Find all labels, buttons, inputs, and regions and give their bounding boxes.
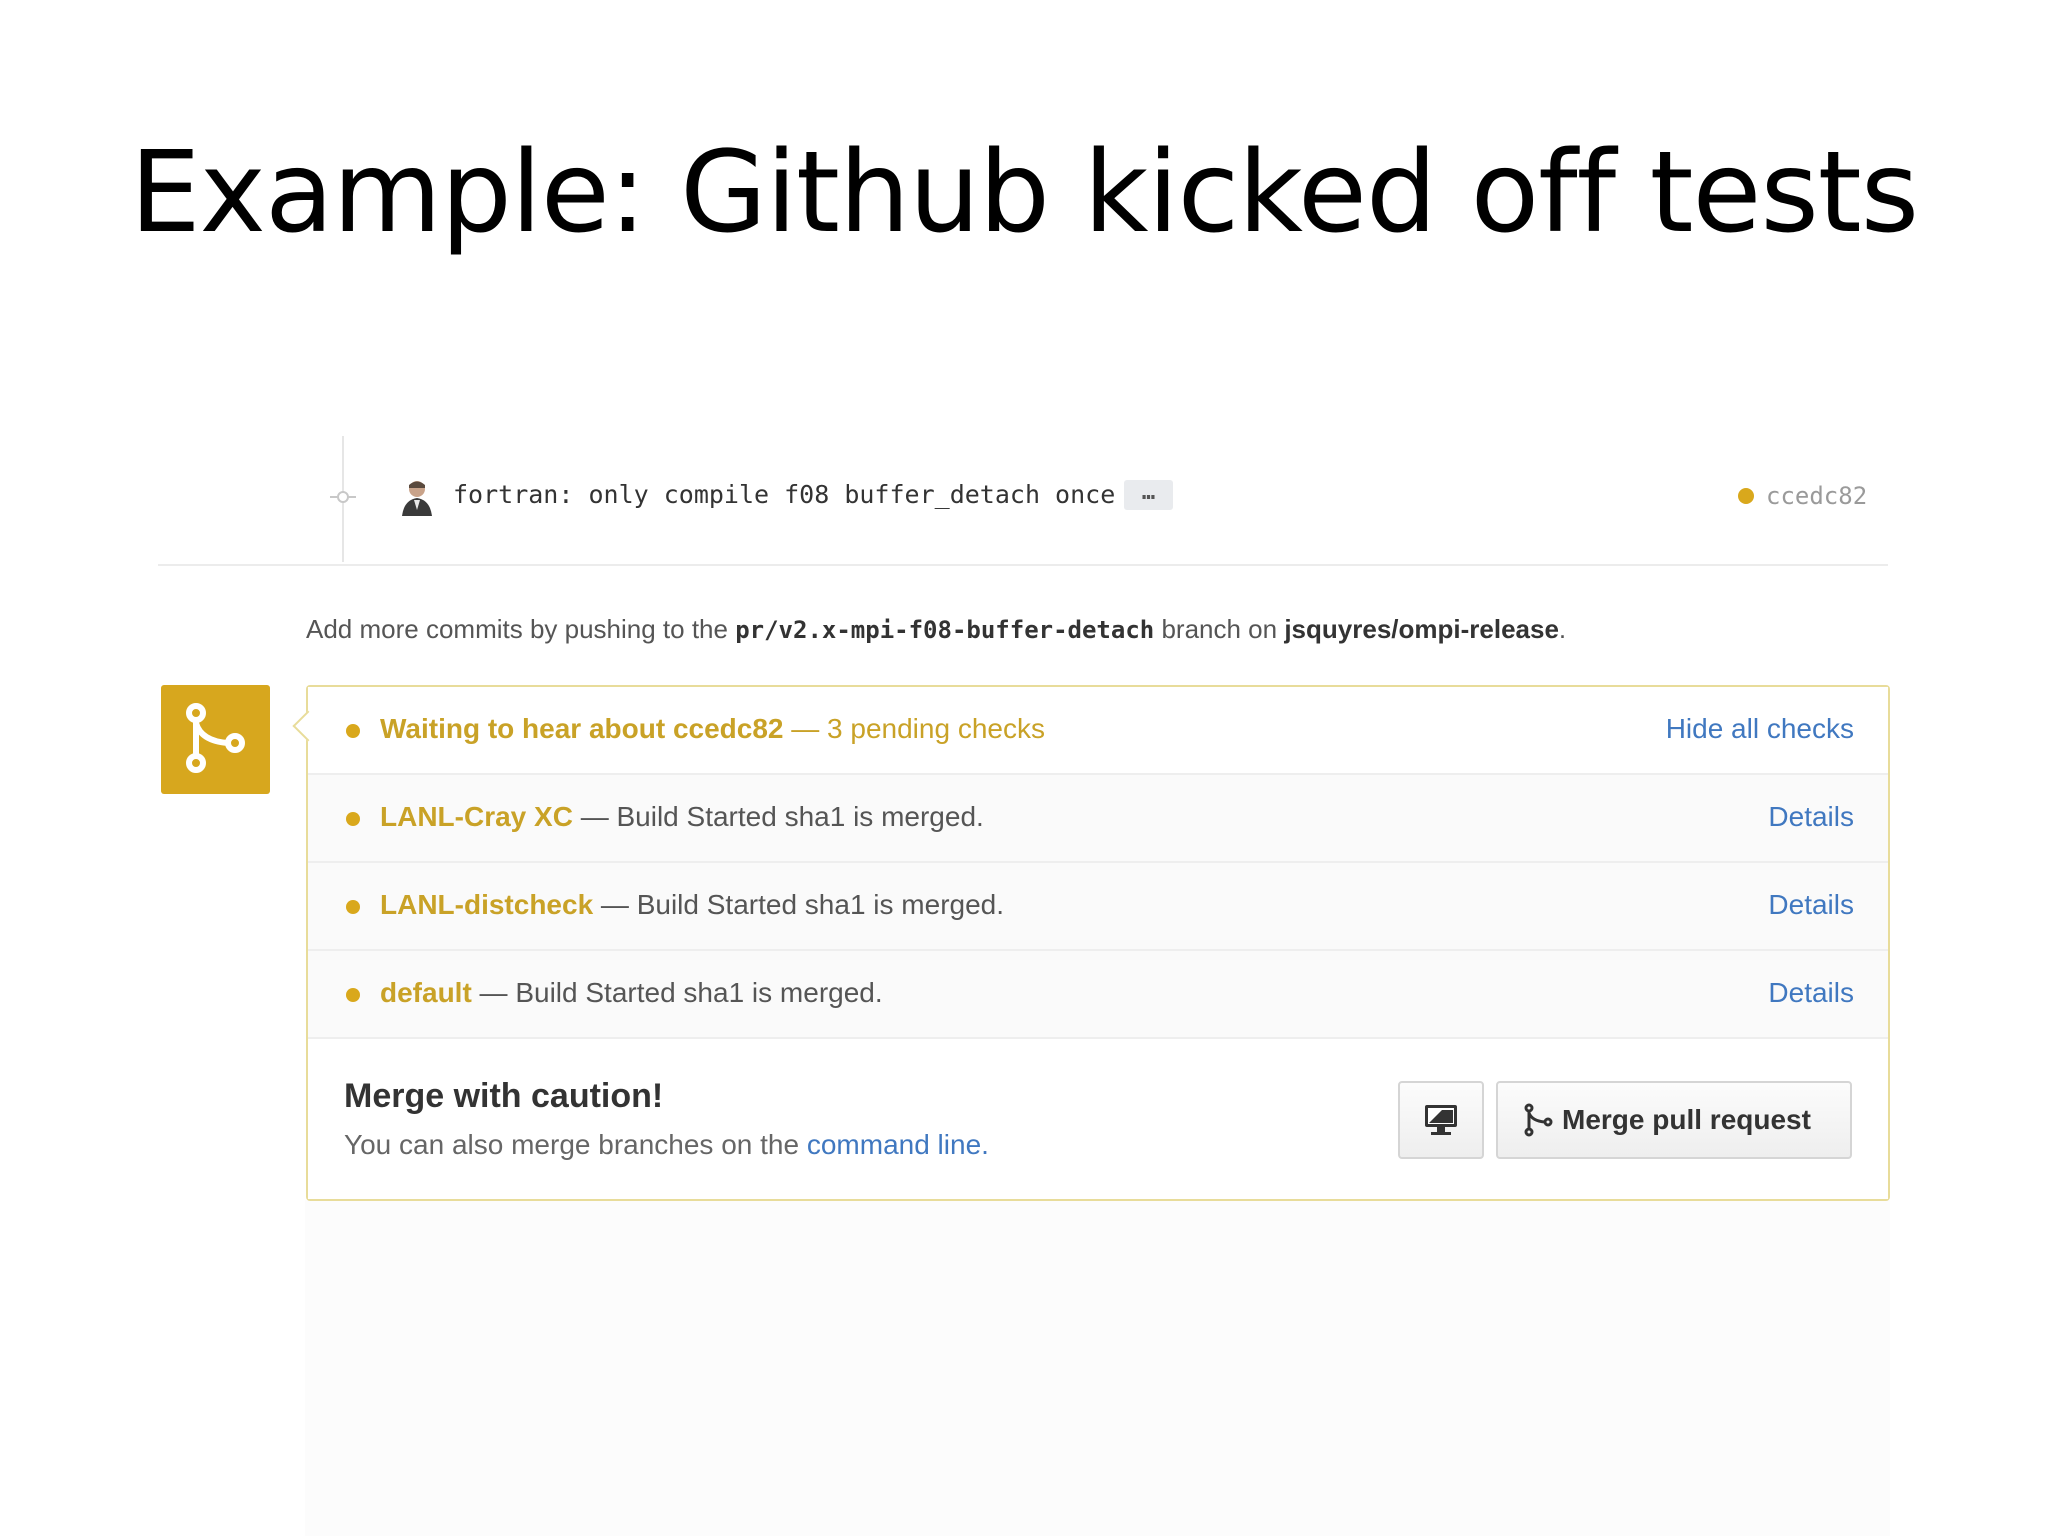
details-link[interactable]: Details (1768, 801, 1854, 833)
commit-sha-link[interactable]: ccedc82 (1766, 482, 1867, 510)
git-merge-icon (186, 703, 245, 773)
checks-summary-row: Waiting to hear about ccedc82 — 3 pendin… (308, 687, 1888, 775)
pending-status-dot (346, 812, 360, 826)
merge-pull-request-button[interactable]: Merge pull request (1496, 1081, 1852, 1159)
branch-name: pr/v2.x-mpi-f08-buffer-detach (735, 616, 1155, 644)
hide-all-checks-link[interactable]: Hide all checks (1666, 713, 1854, 745)
merge-area: Merge with caution! You can also merge b… (308, 1043, 1888, 1199)
command-line-link[interactable]: command line (807, 1129, 981, 1160)
slide-title: Example: Github kicked off tests (129, 128, 1919, 258)
commit-message[interactable]: fortran: only compile f08 buffer_detach … (453, 480, 1115, 509)
merge-button-label: Merge pull request (1562, 1104, 1811, 1135)
merge-sub-suffix: . (981, 1129, 989, 1160)
divider (158, 564, 1888, 566)
avatar[interactable] (398, 476, 436, 516)
merge-status-badge (161, 685, 270, 794)
help-middle: branch on (1154, 614, 1285, 644)
merge-checks-box: Waiting to hear about ccedc82 — 3 pendin… (306, 685, 1890, 1201)
pending-status-dot (346, 724, 360, 738)
panel-background (305, 1200, 1890, 1536)
summary-title: Waiting to hear about ccedc82 (380, 713, 784, 744)
check-row: default — Build Started sha1 is merged. … (308, 951, 1888, 1039)
help-suffix: . (1558, 614, 1567, 644)
summary-pending: — 3 pending checks (783, 713, 1045, 744)
pending-status-dot (346, 988, 360, 1002)
checks-summary-text: Waiting to hear about ccedc82 — 3 pendin… (380, 713, 1045, 745)
check-text: LANL-distcheck — Build Started sha1 is m… (380, 889, 1004, 921)
help-prefix: Add more commits by pushing to the (306, 614, 736, 644)
details-link[interactable]: Details (1768, 889, 1854, 921)
check-context: LANL-distcheck (380, 889, 594, 920)
git-merge-icon (1524, 1103, 1553, 1137)
details-link[interactable]: Details (1768, 977, 1854, 1009)
pending-status-dot (346, 900, 360, 914)
merge-title: Merge with caution! (344, 1077, 664, 1115)
merge-sub-prefix: You can also merge branches on the (344, 1129, 807, 1160)
desktop-icon (1425, 1105, 1457, 1135)
check-text: LANL-Cray XC — Build Started sha1 is mer… (380, 801, 984, 833)
check-description: — Build Started sha1 is merged. (471, 977, 883, 1008)
merge-subtext: You can also merge branches on the comma… (344, 1129, 989, 1161)
open-desktop-button[interactable] (1398, 1081, 1484, 1159)
check-text: default — Build Started sha1 is merged. (380, 977, 883, 1009)
check-context: default (380, 977, 472, 1008)
check-description: — Build Started sha1 is merged. (572, 801, 984, 832)
expand-commit-button[interactable]: … (1124, 480, 1173, 510)
branch-help-text: Add more commits by pushing to the pr/v2… (306, 614, 1566, 645)
git-commit-icon (330, 488, 356, 506)
check-row: LANL-distcheck — Build Started sha1 is m… (308, 863, 1888, 951)
repo-name: jsquyres/ompi-release (1284, 614, 1559, 644)
check-row: LANL-Cray XC — Build Started sha1 is mer… (308, 775, 1888, 863)
commit-status-dot[interactable] (1738, 488, 1754, 504)
check-description: — Build Started sha1 is merged. (593, 889, 1005, 920)
check-context: LANL-Cray XC (380, 801, 573, 832)
